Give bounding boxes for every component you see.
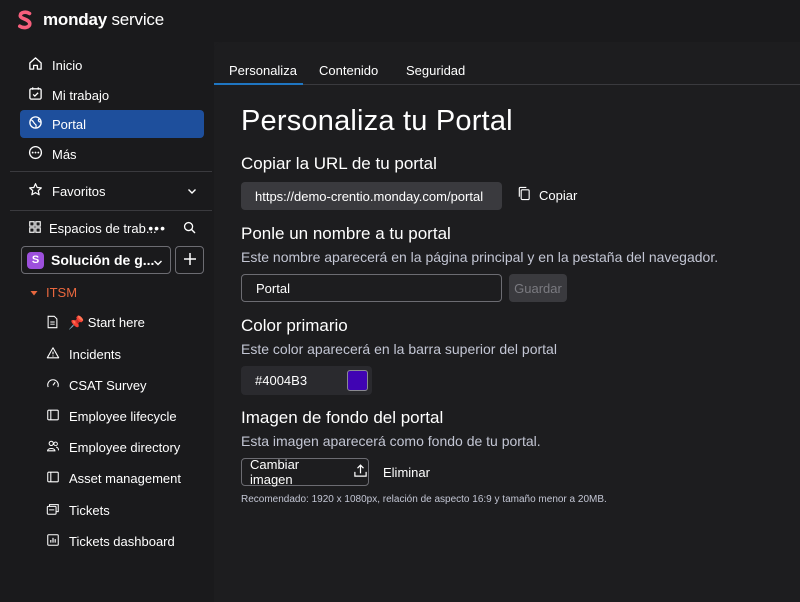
favorites-label: Favoritos [52,183,106,199]
app-window: monday service Inicio Mi trabajo Portal [0,0,800,602]
tab-seguridad[interactable]: Seguridad [406,63,465,78]
document-icon [46,315,59,332]
workspace-selector[interactable]: S Solución de g... [21,246,171,274]
tree-item-label: Incidents [69,346,122,362]
sidebar-divider [10,210,212,211]
globe-icon [28,115,43,133]
warning-icon [46,346,60,363]
change-image-label: Cambiar imagen [250,457,300,487]
board-icon [46,470,60,487]
grid-icon [28,220,42,237]
name-section-heading: Ponle un nombre a tu portal [241,224,451,243]
name-section-description: Este nombre aparecerá en la página princ… [241,249,719,265]
workspaces-header[interactable]: Espacios de trab... ••• [20,214,204,242]
tree-item-label: 📌 Start here [68,315,145,330]
folder-itsm[interactable]: ITSM [30,285,77,300]
remove-image-button[interactable]: Eliminar [383,465,430,480]
tree-item-tickets-dashboard[interactable]: Tickets dashboard [46,528,206,554]
brand-name-bold: monday [43,10,107,29]
more-options-icon[interactable]: ••• [148,220,166,236]
main-content: Personaliza Contenido Seguridad Personal… [214,42,800,602]
copy-url-button[interactable]: Copiar [517,186,577,204]
people-icon [46,439,60,456]
folder-label: ITSM [46,285,78,300]
page-title: Personaliza tu Portal [241,105,513,137]
save-button[interactable]: Guardar [509,274,567,302]
color-section-heading: Color primario [241,316,348,335]
calendar-check-icon [28,86,43,104]
sidebar-divider [10,171,212,172]
color-hex-value: #4004B3 [255,373,308,388]
top-bar: monday service [0,0,800,42]
workspace-name: Solución de g... [51,252,155,268]
plus-icon [182,251,198,270]
workspaces-label: Espacios de trab... [49,220,157,236]
search-icon[interactable] [183,221,196,237]
sidebar-item-inicio[interactable]: Inicio [20,51,204,79]
brand-name: monday service [43,10,164,30]
tree-item-label: Asset management [69,470,182,486]
tab-personaliza[interactable]: Personaliza [229,63,297,78]
sidebar-item-label: Inicio [52,57,83,73]
brand-name-light: service [106,10,165,29]
tree-item-label: Employee lifecycle [69,408,177,424]
upload-icon [353,463,368,481]
tree-item-tickets[interactable]: Tickets [46,497,206,523]
tree-item-label: Tickets dashboard [69,533,175,549]
star-icon [28,182,43,200]
sidebar: Inicio Mi trabajo Portal Más Favoritos E… [0,42,214,602]
tickets-icon [46,502,60,519]
url-section-heading: Copiar la URL de tu portal [241,154,437,173]
copy-icon [517,186,531,204]
add-workspace-button[interactable] [175,246,204,274]
tree-item-employee-directory[interactable]: Employee directory [46,434,206,460]
monday-logo-icon [16,10,34,30]
tree-item-label: Tickets [69,502,110,518]
active-tab-indicator [214,83,303,85]
gauge-icon [46,377,60,394]
caret-down-icon [30,285,38,300]
home-icon [28,56,43,74]
board-icon [46,408,60,425]
sidebar-item-portal[interactable]: Portal [20,110,204,138]
workspace-badge: S [27,251,44,269]
sidebar-item-label: Portal [52,116,86,132]
tree-item-incidents[interactable]: Incidents [46,341,206,367]
image-recommendation-note: Recomendado: 1920 x 1080px, relación de … [241,494,607,505]
change-image-button[interactable]: Cambiar imagen [241,457,369,487]
tree-item-label: Employee directory [69,439,181,455]
color-section-description: Este color aparecerá en la barra superio… [241,341,557,357]
sidebar-item-mi-trabajo[interactable]: Mi trabajo [20,81,204,109]
image-section-heading: Imagen de fondo del portal [241,408,444,427]
tree-item-start-here[interactable]: 📌 Start here [46,310,206,336]
portal-name-input[interactable]: Portal [241,274,502,302]
brand[interactable]: monday service [16,10,164,30]
tree-item-csat-survey[interactable]: CSAT Survey [46,372,206,398]
sidebar-item-favoritos[interactable]: Favoritos [20,177,204,205]
sidebar-item-mas[interactable]: Más [20,140,204,168]
portal-url-field[interactable]: https://demo-crentio.monday.com/portal [241,182,502,210]
sidebar-item-label: Más [52,146,77,162]
image-section-description: Esta imagen aparecerá como fondo de tu p… [241,433,541,449]
primary-color-picker[interactable]: #4004B3 [241,366,372,395]
chevron-down-icon[interactable] [186,185,198,200]
sidebar-item-label: Mi trabajo [52,87,110,103]
chevron-down-icon [152,256,164,272]
chart-icon [46,533,60,550]
tree-item-employee-lifecycle[interactable]: Employee lifecycle [46,403,206,429]
color-swatch[interactable] [347,370,368,391]
tab-bar: Personaliza Contenido Seguridad [214,42,800,85]
tab-contenido[interactable]: Contenido [319,63,378,78]
tree-item-asset-management[interactable]: Asset management [46,465,206,491]
copy-label: Copiar [539,187,578,203]
tree-item-label: CSAT Survey [69,377,147,393]
more-circle-icon [28,145,43,163]
